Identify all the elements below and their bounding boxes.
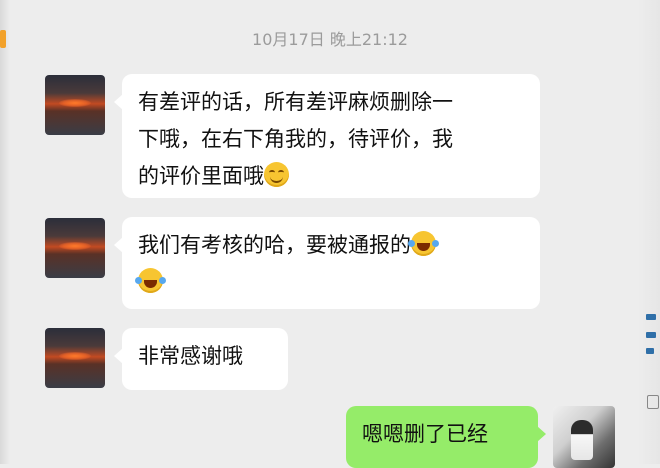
contact-avatar[interactable] [45, 218, 105, 278]
edge-mark [646, 314, 656, 320]
emoji-mouth [144, 280, 157, 288]
message-line: 下哦，在右下角我的，待评价，我 [138, 127, 453, 151]
message-text: 我们有考核的哈，要被通报的 [138, 233, 411, 257]
smiling-face-icon [264, 162, 289, 187]
left-edge-decoration [0, 0, 10, 464]
incoming-message-bubble[interactable]: 有差评的话，所有差评麻烦删除一 下哦，在右下角我的，待评价，我 的评价里面哦 [114, 74, 540, 198]
message-line-with-emoji: 我们有考核的哈，要被通报的 [138, 227, 524, 264]
message-line: 嗯嗯删了已经 [362, 422, 488, 446]
emoji-mouth [417, 243, 430, 251]
emoji-mouth [270, 175, 283, 183]
emoji-line [135, 264, 524, 301]
message-line: 有差评的话，所有差评麻烦删除一 [138, 90, 453, 114]
avatar-image [59, 99, 91, 107]
outgoing-message-bubble[interactable]: 嗯嗯删了已经 [346, 406, 546, 468]
incoming-message-bubble[interactable]: 我们有考核的哈，要被通报的 [114, 217, 540, 309]
edge-mark [646, 348, 654, 354]
right-edge-decoration [638, 0, 660, 464]
avatar-image [59, 352, 91, 360]
message-line: 非常感谢哦 [138, 344, 243, 368]
avatar-image [571, 420, 593, 460]
message-timestamp: 10月17日 晚上21:12 [252, 30, 408, 49]
contact-avatar[interactable] [45, 75, 105, 135]
avatar-image [59, 242, 91, 250]
my-avatar[interactable] [553, 406, 615, 468]
message-line-with-emoji: 的评价里面哦 [138, 158, 524, 195]
edge-mark [646, 332, 656, 338]
message-text: 的评价里面哦 [138, 164, 264, 188]
edge-icon [647, 395, 659, 409]
contact-avatar[interactable] [45, 328, 105, 388]
tears-of-joy-icon [408, 231, 439, 256]
incoming-message-bubble[interactable]: 非常感谢哦 [114, 328, 288, 390]
tears-of-joy-icon [135, 268, 166, 293]
